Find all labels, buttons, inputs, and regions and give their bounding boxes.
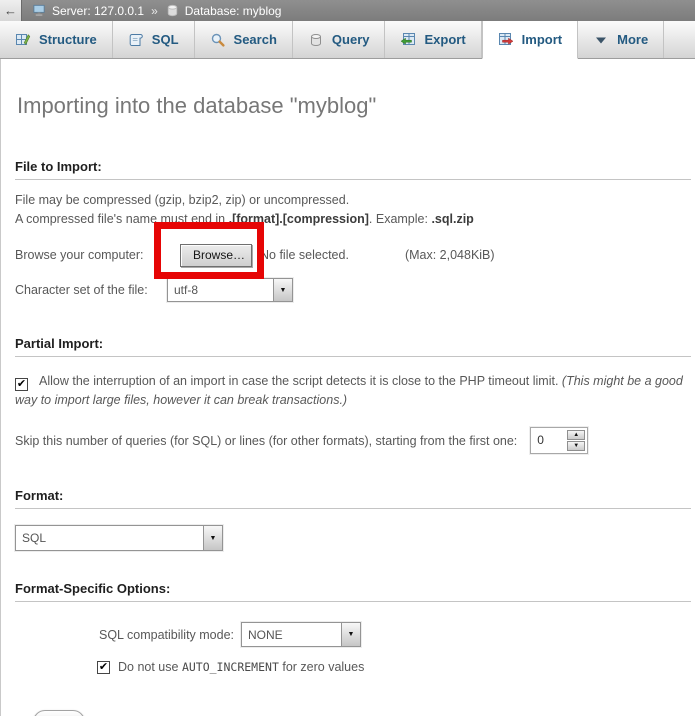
sql-compat-selected-value: NONE <box>242 628 283 642</box>
breadcrumb-database-link[interactable]: Database: myblog <box>185 4 282 18</box>
browse-row: Browse your computer: Browse… No file se… <box>15 243 695 267</box>
section-heading-format-options: Format-Specific Options: <box>15 581 691 602</box>
format-selected-value: SQL <box>16 531 46 545</box>
format-select[interactable]: SQL ▼ <box>15 525 223 551</box>
back-arrow-button[interactable]: ← <box>0 0 22 21</box>
select-arrow-icon: ▼ <box>203 526 222 550</box>
export-icon <box>400 32 416 48</box>
sql-compat-select[interactable]: NONE ▼ <box>241 622 361 647</box>
skip-queries-label: Skip this number of queries (for SQL) or… <box>15 434 517 448</box>
structure-icon <box>15 32 31 48</box>
sql-compat-label: SQL compatibility mode: <box>99 628 234 642</box>
import-icon <box>498 32 514 48</box>
select-arrow-icon: ▼ <box>273 279 292 301</box>
query-icon <box>308 32 324 48</box>
browse-label: Browse your computer: <box>15 248 167 262</box>
tab-label: SQL <box>152 32 179 47</box>
breadcrumb-server-link[interactable]: Server: 127.0.0.1 <box>52 4 144 18</box>
chevron-down-icon <box>593 32 609 48</box>
spinner-up-button[interactable]: ▲ <box>567 430 585 440</box>
allow-interrupt-text: Allow the interruption of an import in c… <box>39 374 562 388</box>
tab-query[interactable]: Query <box>293 21 386 58</box>
skip-queries-value[interactable]: 0 <box>533 430 567 451</box>
skip-queries-row: Skip this number of queries (for SQL) or… <box>15 427 695 454</box>
tab-label: More <box>617 32 648 47</box>
tab-search[interactable]: Search <box>195 21 293 58</box>
auto-increment-checkbox[interactable]: ✔ <box>97 661 110 674</box>
tab-more[interactable]: More <box>578 21 664 58</box>
compression-info-line2: A compressed file's name must end in .[f… <box>15 211 695 227</box>
spinner-down-button[interactable]: ▼ <box>567 441 585 451</box>
allow-interrupt-row: ✔ Allow the interruption of an import in … <box>15 372 691 410</box>
tab-label: Query <box>332 32 370 47</box>
server-icon <box>32 3 47 18</box>
tab-label: Import <box>522 32 562 47</box>
charset-select[interactable]: utf-8 ▼ <box>167 278 293 302</box>
database-icon <box>165 3 180 18</box>
tab-bar: Structure SQL Search Query <box>0 21 695 59</box>
charset-label: Character set of the file: <box>15 283 167 297</box>
search-icon <box>210 32 226 48</box>
tab-structure[interactable]: Structure <box>0 21 113 58</box>
max-size-text: (Max: 2,048KiB) <box>405 248 495 262</box>
breadcrumb-bar: ← Server: 127.0.0.1 » Database: myblog <box>0 0 695 21</box>
sql-compat-row: SQL compatibility mode: NONE ▼ <box>99 622 695 647</box>
tab-label: Structure <box>39 32 97 47</box>
breadcrumb-separator: » <box>149 4 160 18</box>
auto-increment-row: ✔ Do not use AUTO_INCREMENT for zero val… <box>97 660 695 674</box>
compression-info-line1: File may be compressed (gzip, bzip2, zip… <box>15 192 695 208</box>
select-arrow-icon: ▼ <box>341 623 360 646</box>
sql-icon <box>128 32 144 48</box>
main-content: Importing into the database "myblog" Fil… <box>0 59 695 716</box>
tab-import[interactable]: Import <box>482 21 578 59</box>
breadcrumb: Server: 127.0.0.1 » Database: myblog <box>32 3 281 18</box>
browse-button[interactable]: Browse… <box>180 244 252 267</box>
go-button[interactable]: Go <box>33 710 85 716</box>
charset-selected-value: utf-8 <box>168 283 198 297</box>
charset-row: Character set of the file: utf-8 ▼ <box>15 278 695 302</box>
section-heading-format: Format: <box>15 488 691 509</box>
back-arrow-icon: ← <box>4 3 17 18</box>
section-heading-partial-import: Partial Import: <box>15 336 691 357</box>
tab-label: Search <box>234 32 277 47</box>
tab-label: Export <box>424 32 465 47</box>
no-file-selected-text: No file selected. <box>260 248 349 262</box>
auto-increment-text: Do not use AUTO_INCREMENT for zero value… <box>118 660 364 674</box>
tab-export[interactable]: Export <box>385 21 481 58</box>
allow-interrupt-checkbox[interactable]: ✔ <box>15 378 28 391</box>
page-title: Importing into the database "myblog" <box>17 59 695 119</box>
section-heading-file-to-import: File to Import: <box>15 159 691 180</box>
tab-sql[interactable]: SQL <box>113 21 195 58</box>
skip-queries-spinner[interactable]: 0 ▲ ▼ <box>530 427 588 454</box>
